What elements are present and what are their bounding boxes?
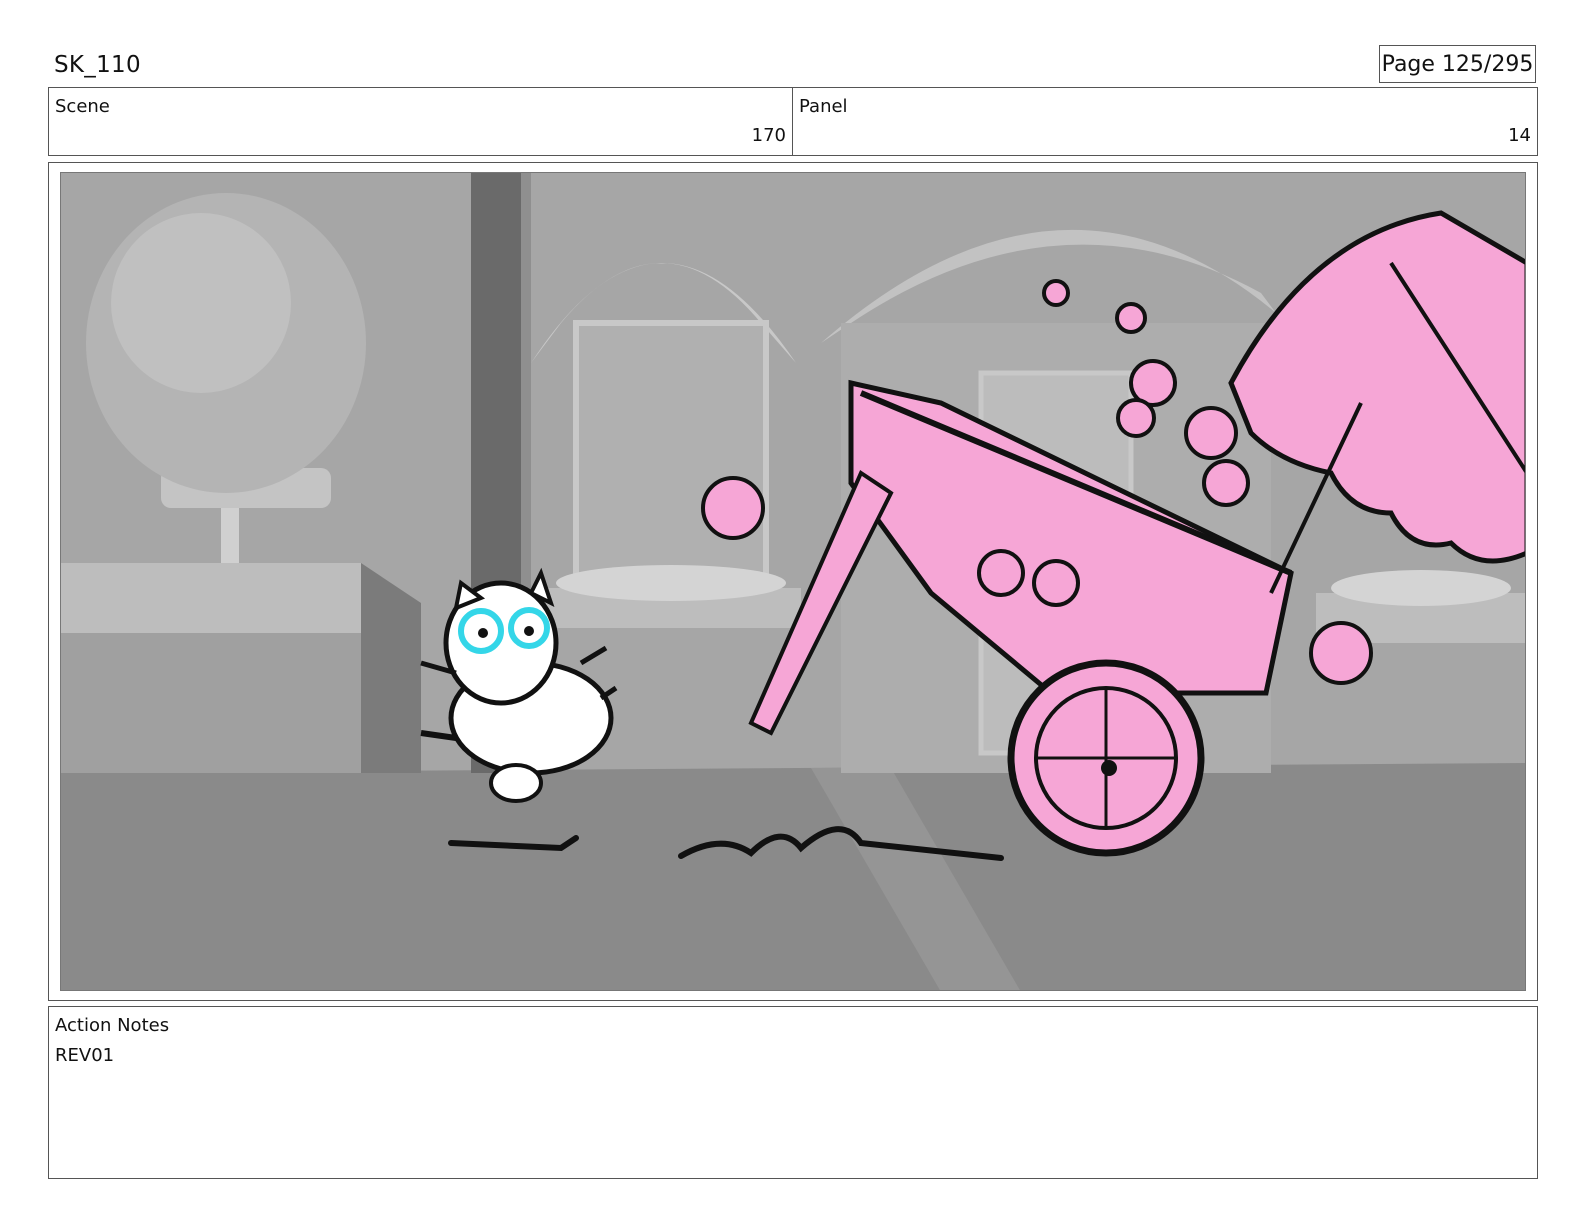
action-notes-box: Action Notes REV01: [48, 1006, 1538, 1179]
storyboard-panel-image: [60, 172, 1526, 991]
action-notes-text: REV01: [55, 1045, 115, 1066]
scene-label: Scene: [55, 96, 110, 117]
floor: [61, 763, 1525, 990]
panel-number: 14: [1508, 125, 1531, 146]
sequence-id: SK_110: [54, 52, 141, 78]
page-number: Page 125/295: [1379, 45, 1536, 83]
action-notes-label: Action Notes: [55, 1015, 170, 1036]
storyboard-frame: [48, 162, 1538, 1001]
shop-window-middle: [573, 320, 769, 586]
scene-cell: Scene 170: [49, 88, 793, 155]
scene-number: 170: [751, 125, 786, 146]
panel-cell: Panel 14: [793, 88, 1537, 155]
scene-panel-info: Scene 170 Panel 14: [48, 87, 1538, 156]
storyboard-drawing: [61, 173, 1525, 990]
panel-label: Panel: [799, 96, 848, 117]
